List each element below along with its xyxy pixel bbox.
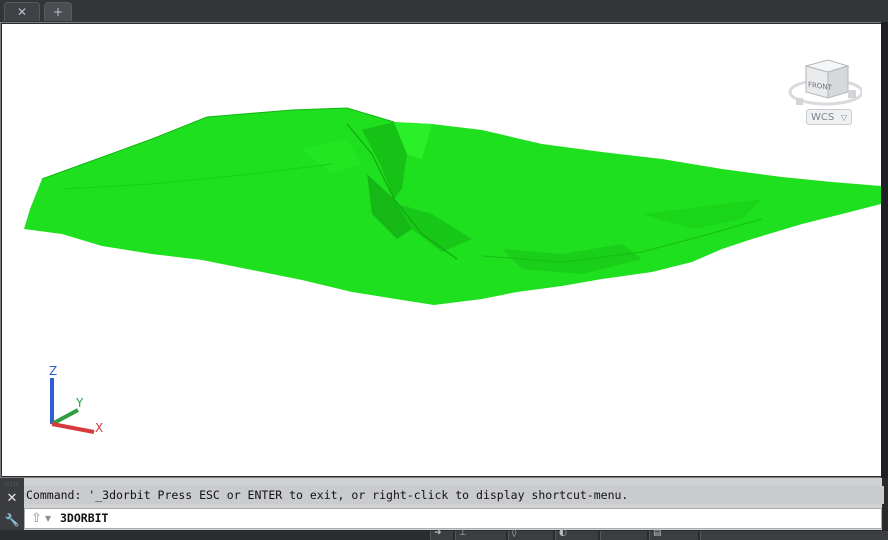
ucs-y-axis [51, 408, 79, 426]
command-line-grip[interactable]: ::::: ✕ 🔧 [0, 478, 24, 530]
wcs-menu-button[interactable]: WCS ▽ [806, 109, 852, 125]
right-edge-strip [881, 22, 888, 478]
file-tab-bar: ✕ + [0, 0, 888, 22]
arrow-icon[interactable]: ➜ [430, 528, 453, 540]
close-tab-button[interactable]: ✕ [4, 2, 40, 21]
viewcube-compass-marker-2[interactable] [796, 98, 803, 105]
customize-button[interactable]: 🔧 [4, 512, 20, 528]
annotation-icon[interactable] [700, 531, 888, 540]
ucs-icon: Z Y X [49, 364, 103, 435]
plus-icon: + [52, 5, 64, 19]
model-icon[interactable]: ▤ [649, 528, 698, 540]
viewcube[interactable]: FRONT [782, 26, 862, 122]
ortho-icon[interactable]: ◐ [555, 528, 598, 540]
command-line-window: ::::: ✕ 🔧 Command: '_3dorbit Press ESC o… [0, 478, 884, 530]
ucs-z-label: Z [49, 364, 57, 378]
prompt-arrow-icon[interactable]: ⇧ [31, 510, 42, 528]
grip-dots-icon[interactable]: ::::: [4, 481, 19, 488]
close-icon: ✕ [16, 5, 28, 19]
new-tab-button[interactable]: + [44, 2, 72, 21]
status-bar: ➜ ⊥ ◊ ◐ ▤ [0, 528, 888, 540]
snap-icon[interactable]: ⊥ [455, 528, 506, 540]
drawing-viewport[interactable]: Z Y X [2, 24, 881, 476]
command-history-line: Command: '_3dorbit Press ESC or ENTER to… [24, 486, 884, 504]
close-icon: ✕ [6, 491, 18, 506]
ucs-x-label: X [95, 421, 103, 435]
terrain-surface [24, 107, 881, 305]
wcs-label: WCS [811, 112, 835, 123]
viewcube-compass-marker[interactable] [848, 90, 856, 98]
ucs-y-label: Y [75, 396, 84, 410]
close-command-line-button[interactable]: ✕ [4, 491, 20, 507]
recent-commands-dropdown-icon[interactable]: ▼ [45, 510, 51, 528]
osnap-icon[interactable]: ◊ [508, 528, 553, 540]
command-input-row[interactable]: ⇧ ▼ 3DORBIT [24, 508, 882, 529]
command-input[interactable]: 3DORBIT [60, 509, 108, 528]
wrench-icon: 🔧 [4, 513, 20, 527]
ucs-x-axis [51, 422, 95, 434]
chevron-down-icon: ▽ [840, 113, 847, 122]
polar-icon[interactable] [600, 531, 647, 540]
